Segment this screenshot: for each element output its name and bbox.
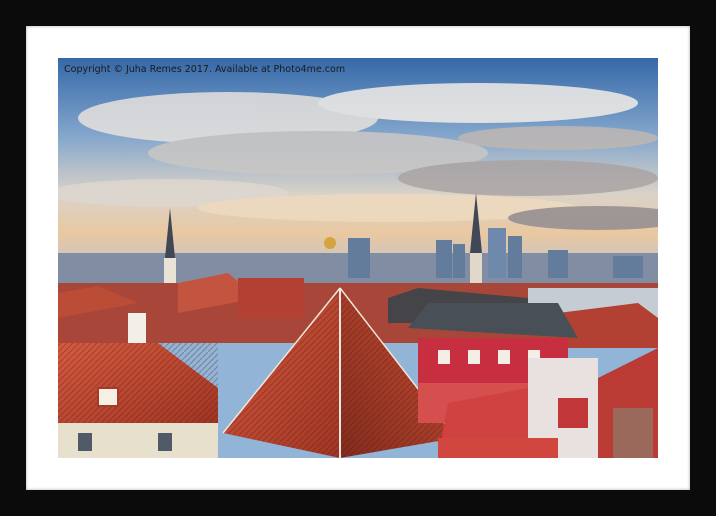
cityscape-illustration [58,58,658,458]
copyright-watermark: Copyright © Juha Remes 2017. Available a… [64,64,346,75]
cityscape-photo: Copyright © Juha Remes 2017. Available a… [58,58,658,458]
